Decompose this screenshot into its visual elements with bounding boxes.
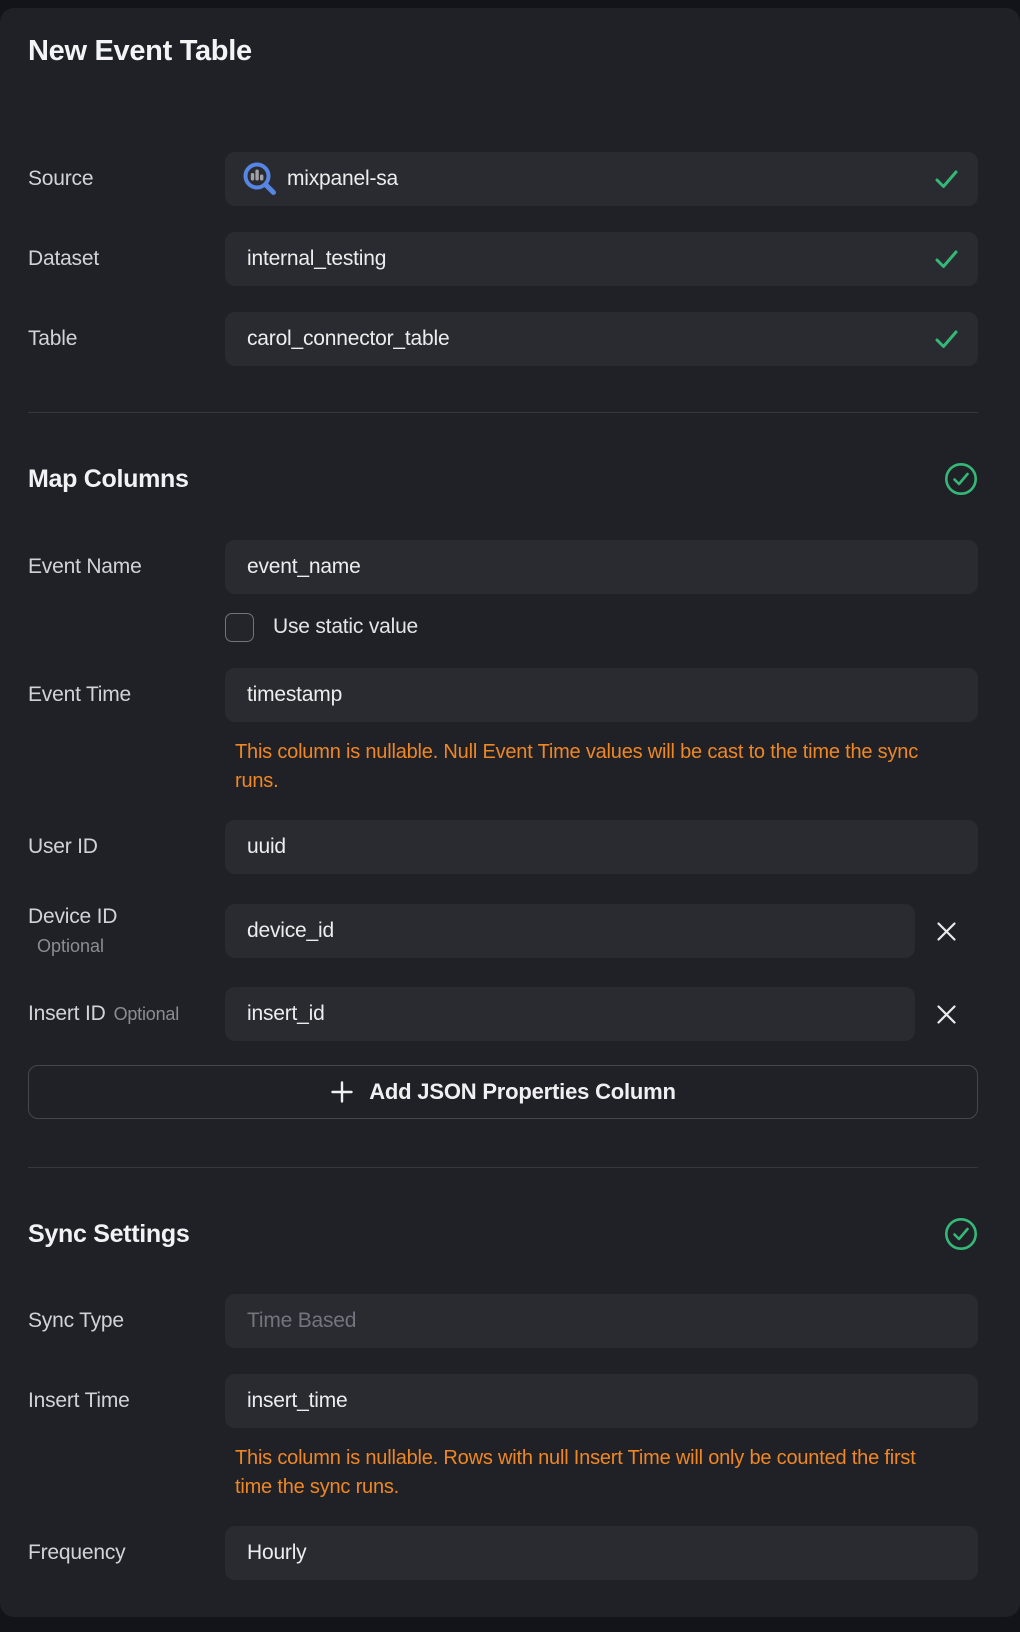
insert-id-label-group: Insert ID Optional: [28, 1002, 225, 1026]
dataset-label: Dataset: [28, 247, 225, 271]
event-name-value: event_name: [247, 555, 960, 579]
sync-type-value: Time Based: [247, 1309, 960, 1333]
insert-time-nullable-warning: This column is nullable. Rows with null …: [235, 1444, 947, 1502]
map-columns-heading: Map Columns: [28, 465, 189, 494]
event-time-label: Event Time: [28, 683, 225, 707]
dataset-field[interactable]: internal_testing: [225, 232, 978, 286]
event-time-row: Event Time timestamp: [28, 668, 978, 722]
use-static-value-checkbox[interactable]: [225, 613, 254, 642]
insert-id-field[interactable]: insert_id: [225, 987, 915, 1041]
plus-icon: [330, 1080, 354, 1104]
event-name-field[interactable]: event_name: [225, 540, 978, 594]
mixpanel-source-icon: [240, 159, 280, 199]
page-title: New Event Table: [28, 35, 978, 67]
insert-time-value: insert_time: [247, 1389, 960, 1413]
device-id-value: device_id: [247, 919, 897, 943]
source-field[interactable]: mixpanel-sa: [225, 152, 978, 206]
table-label: Table: [28, 327, 225, 351]
table-value: carol_connector_table: [247, 327, 933, 351]
sync-type-row: Sync Type Time Based: [28, 1294, 978, 1348]
map-columns-header: Map Columns: [28, 462, 978, 496]
section-divider: [28, 412, 978, 413]
close-icon: [935, 920, 958, 943]
device-id-label: Device ID: [28, 905, 225, 929]
device-id-label-group: Device ID Optional: [28, 905, 225, 957]
table-valid-check-icon: [933, 328, 960, 350]
frequency-field[interactable]: Hourly: [225, 1526, 978, 1580]
add-json-properties-label: Add JSON Properties Column: [369, 1079, 676, 1105]
dataset-valid-check-icon: [933, 248, 960, 270]
insert-time-field[interactable]: insert_time: [225, 1374, 978, 1428]
dataset-value: internal_testing: [247, 247, 933, 271]
source-value: mixpanel-sa: [287, 167, 933, 191]
insert-time-label: Insert Time: [28, 1389, 225, 1413]
dataset-row: Dataset internal_testing: [28, 232, 978, 286]
device-id-optional-tag: Optional: [37, 936, 225, 957]
frequency-row: Frequency Hourly: [28, 1526, 978, 1580]
source-valid-check-icon: [933, 168, 960, 190]
table-field[interactable]: carol_connector_table: [225, 312, 978, 366]
user-id-row: User ID uuid: [28, 820, 978, 874]
use-static-value-row: Use static value: [225, 612, 978, 642]
section-divider: [28, 1167, 978, 1168]
user-id-field[interactable]: uuid: [225, 820, 978, 874]
device-id-field[interactable]: device_id: [225, 904, 915, 958]
device-id-remove-button[interactable]: [915, 904, 978, 958]
frequency-label: Frequency: [28, 1541, 225, 1565]
source-row: Source mixpanel-sa: [28, 152, 978, 206]
close-icon: [935, 1003, 958, 1026]
device-id-row: Device ID Optional device_id: [28, 904, 978, 958]
event-time-nullable-warning: This column is nullable. Null Event Time…: [235, 738, 947, 796]
sync-settings-header: Sync Settings: [28, 1217, 978, 1251]
map-columns-complete-icon: [944, 462, 978, 496]
sync-settings-heading: Sync Settings: [28, 1220, 189, 1249]
insert-id-label: Insert ID: [28, 1002, 106, 1025]
sync-type-label: Sync Type: [28, 1309, 225, 1333]
add-json-properties-button[interactable]: Add JSON Properties Column: [28, 1065, 978, 1119]
event-name-label: Event Name: [28, 555, 225, 579]
event-time-field[interactable]: timestamp: [225, 668, 978, 722]
sync-settings-complete-icon: [944, 1217, 978, 1251]
user-id-label: User ID: [28, 835, 225, 859]
insert-id-value: insert_id: [247, 1002, 897, 1026]
table-row: Table carol_connector_table: [28, 312, 978, 366]
insert-id-row: Insert ID Optional insert_id: [28, 987, 978, 1041]
new-event-table-form: New Event Table Source mixpanel-sa: [0, 8, 1020, 1617]
use-static-value-label: Use static value: [273, 615, 418, 639]
source-label: Source: [28, 167, 225, 191]
event-name-row: Event Name event_name: [28, 540, 978, 594]
sync-type-field: Time Based: [225, 1294, 978, 1348]
event-time-value: timestamp: [247, 683, 960, 707]
insert-id-remove-button[interactable]: [915, 987, 978, 1041]
insert-time-row: Insert Time insert_time: [28, 1374, 978, 1428]
user-id-value: uuid: [247, 835, 960, 859]
insert-id-optional-tag: Optional: [114, 1004, 179, 1024]
frequency-value: Hourly: [247, 1541, 960, 1565]
